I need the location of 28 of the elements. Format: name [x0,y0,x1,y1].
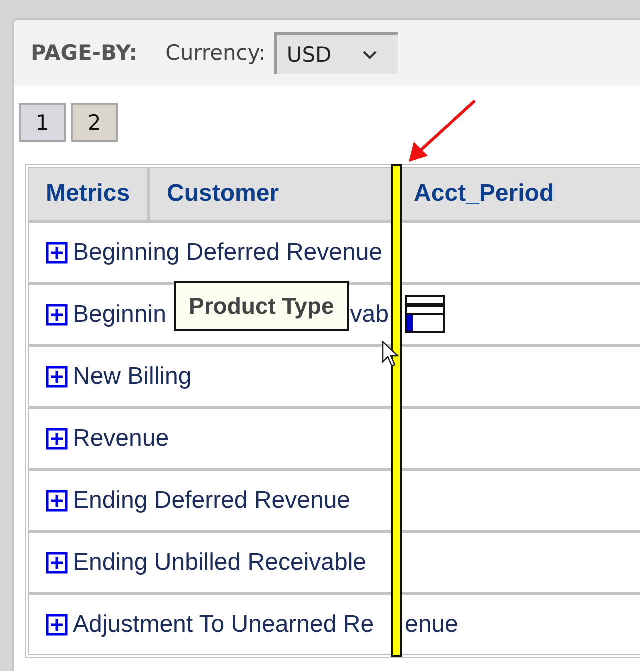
chevron-down-icon [362,50,378,60]
page-by-label: PAGE-BY: [31,41,138,65]
expand-icon[interactable] [46,366,68,388]
metric-label: Adjustment To Unearned Re [73,610,374,638]
metric-label-fragment: enue [405,610,458,638]
page-button[interactable]: 1 [19,103,66,142]
column-header[interactable]: Customer [150,168,404,220]
metric-label: Beginning Deferred Revenue [73,238,383,266]
metric-label: Beginnin [73,300,166,328]
page-button[interactable]: 2 [71,103,118,142]
expand-icon[interactable] [46,490,68,512]
metric-label: Revenue [73,424,170,452]
expand-icon[interactable] [46,242,68,264]
expand-icon[interactable] [46,552,68,574]
expand-icon[interactable] [46,614,68,636]
pivot-icon [405,295,445,333]
pointer-arrow [406,98,478,164]
metric-label: Ending Unbilled Receivable [73,548,367,576]
column-header[interactable]: Metrics [29,168,150,220]
metric-label: New Billing [73,362,192,390]
expand-icon[interactable] [46,428,68,450]
drag-tooltip: Product Type [174,281,350,331]
expand-icon[interactable] [46,304,68,326]
currency-label: Currency: [166,41,266,65]
metric-label-fragment: vab [350,300,389,328]
currency-select[interactable]: USD [274,32,398,74]
column-header[interactable]: Acct_Period [404,168,640,220]
metric-label: Ending Deferred Revenue [73,486,351,514]
